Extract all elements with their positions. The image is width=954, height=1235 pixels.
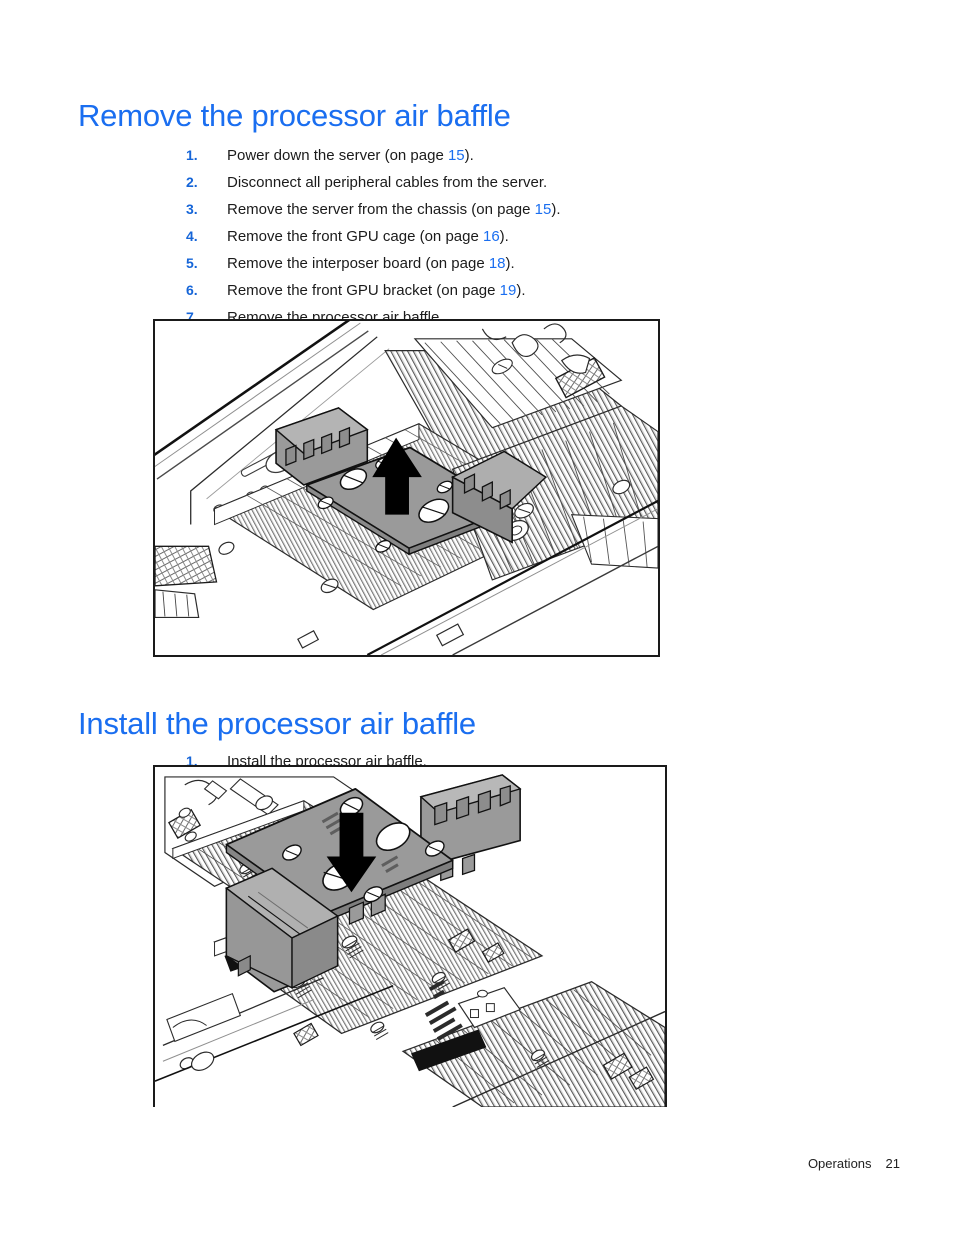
step-number: 3. [186,201,198,217]
step-text: Disconnect all peripheral cables from th… [227,169,547,196]
step-number: 6. [186,282,198,298]
step-text: Remove the server from the chassis (on p… [227,196,561,223]
step-text-pre: Remove the front GPU cage (on page [227,228,483,245]
footer-section-name: Operations [807,1156,872,1171]
page-cross-reference[interactable]: 15 [448,147,465,164]
step-text: Remove the front GPU bracket (on page 19… [227,277,526,304]
footer-page-number: 21 [885,1156,900,1171]
step-text-post: ). [499,228,509,245]
step-text-pre: Remove the server from the chassis (on p… [227,201,535,218]
page-footer: Operations 21 [808,1156,900,1171]
figure-artwork [155,767,665,1107]
step-number: 4. [186,228,198,244]
step-text-pre: Remove the front GPU bracket (on page [227,282,500,299]
step-text-pre: Remove the interposer board (on page [227,255,489,272]
step-text-pre: Power down the server (on page [227,147,448,164]
page-cross-reference[interactable]: 18 [489,255,506,272]
document-page: Remove the processor air baffle 1. Power… [0,0,954,1235]
page-cross-reference[interactable]: 19 [500,282,517,299]
page-title-remove-processor-air-baffle: Remove the processor air baffle [78,97,511,133]
page-cross-reference[interactable]: 15 [535,201,552,218]
list-item: 4. Remove the front GPU cage (on page 16… [186,223,826,250]
step-text-post: ). [516,282,526,299]
step-text: Remove the front GPU cage (on page 16). [227,223,509,250]
step-number: 5. [186,255,198,271]
step-number: 1. [186,147,198,163]
step-text-post: ). [464,147,474,164]
list-item: 5. Remove the interposer board (on page … [186,250,826,277]
step-text: Power down the server (on page 15). [227,142,474,169]
list-item: 6. Remove the front GPU bracket (on page… [186,277,826,304]
step-text-pre: Disconnect all peripheral cables from th… [227,174,548,191]
figure-artwork [155,321,658,655]
install-processor-air-baffle-illustration [153,765,667,1107]
step-text: Remove the interposer board (on page 18)… [227,250,515,277]
remove-processor-air-baffle-illustration [153,319,660,657]
list-item: 1. Power down the server (on page 15). [186,142,826,169]
page-cross-reference[interactable]: 16 [483,228,500,245]
list-item: 2. Disconnect all peripheral cables from… [186,169,826,196]
page-title-install-processor-air-baffle: Install the processor air baffle [78,705,476,741]
step-text-post: ). [551,201,561,218]
step-list-remove: 1. Power down the server (on page 15). 2… [146,142,826,331]
step-number: 2. [186,174,198,190]
step-text-post: ). [505,255,515,272]
list-item: 3. Remove the server from the chassis (o… [186,196,826,223]
